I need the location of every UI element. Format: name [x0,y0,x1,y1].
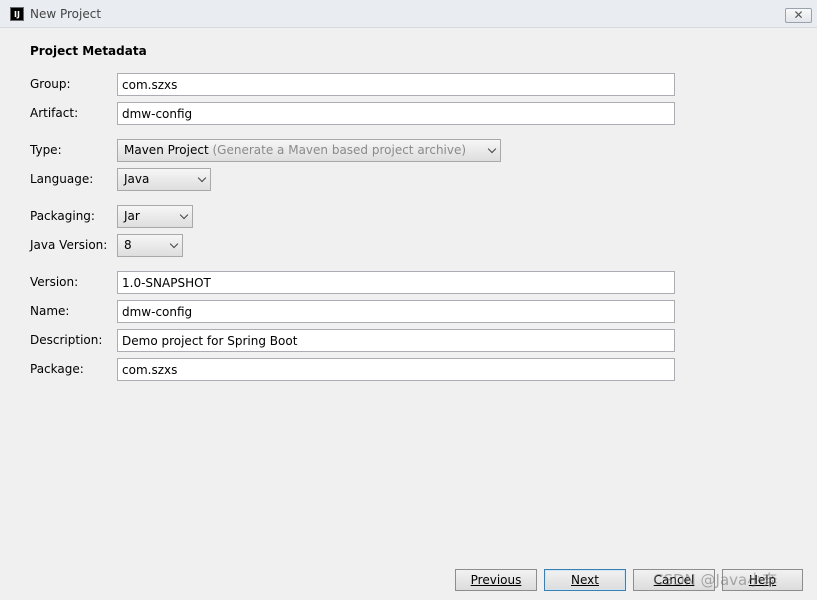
java-version-value: 8 [124,238,132,252]
description-field[interactable] [117,329,675,352]
type-value: Maven Project [124,143,209,157]
package-field[interactable] [117,358,675,381]
group-label: Group: [30,77,71,91]
chevron-down-icon [487,144,497,154]
previous-button[interactable]: Previous [455,569,537,591]
version-field[interactable] [117,271,675,294]
section-title: Project Metadata [30,44,147,58]
type-hint: (Generate a Maven based project archive) [212,143,467,157]
packaging-label: Packaging: [30,209,95,223]
close-button[interactable]: ✕ [785,8,812,23]
description-label: Description: [30,333,103,347]
next-button[interactable]: Next [544,569,626,591]
watermark: CSDN @Java小奔 [653,571,778,589]
java-version-dropdown[interactable]: 8 [117,234,183,257]
type-dropdown[interactable]: Maven Project (Generate a Maven based pr… [117,139,501,162]
version-label: Version: [30,275,79,289]
type-label: Type: [30,143,62,157]
package-label: Package: [30,362,84,376]
artifact-field[interactable] [117,102,675,125]
packaging-value: Jar [124,209,140,223]
java-version-label: Java Version: [30,238,108,252]
artifact-label: Artifact: [30,106,79,120]
close-icon: ✕ [793,8,804,22]
language-value: Java [124,172,150,186]
chevron-down-icon [179,210,189,220]
packaging-dropdown[interactable]: Jar [117,205,193,228]
name-field[interactable] [117,300,675,323]
title-bar: IJ New Project ✕ [0,0,817,28]
intellij-icon: IJ [10,7,24,21]
group-field[interactable] [117,73,675,96]
language-dropdown[interactable]: Java [117,168,211,191]
chevron-down-icon [197,173,207,183]
name-label: Name: [30,304,70,318]
window-title: New Project [30,7,102,21]
chevron-down-icon [169,239,179,249]
language-label: Language: [30,172,94,186]
